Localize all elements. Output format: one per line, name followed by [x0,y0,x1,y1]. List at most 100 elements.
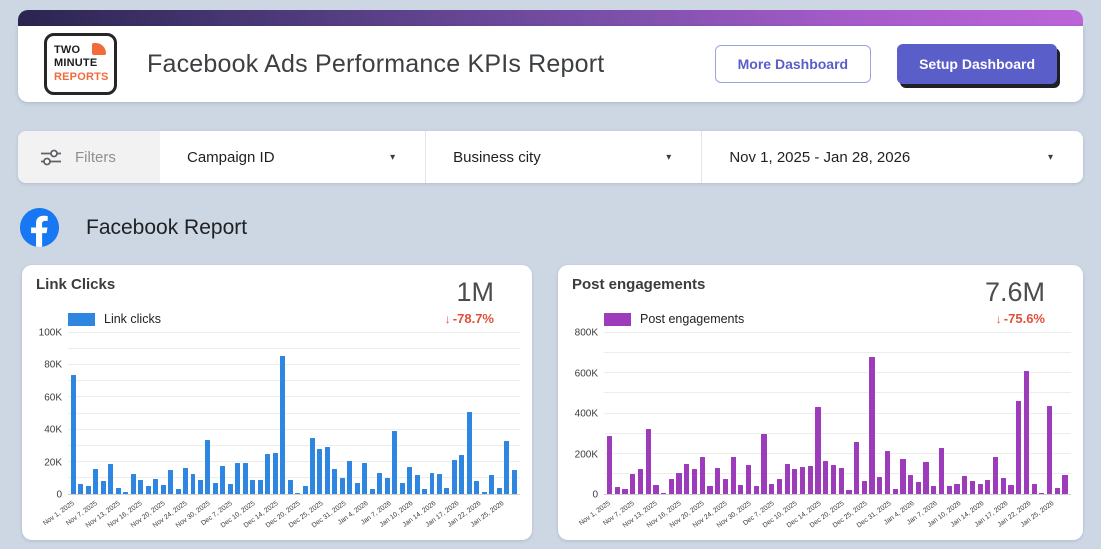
bar[interactable] [265,453,271,494]
bar[interactable] [227,483,233,494]
bar[interactable] [422,489,427,494]
bar[interactable] [496,487,502,494]
bar[interactable] [71,374,76,494]
bar[interactable] [444,487,450,494]
bar[interactable] [684,463,690,494]
bar[interactable] [474,481,480,494]
bar[interactable] [190,473,196,494]
bar[interactable] [489,474,495,494]
bar[interactable] [622,488,628,494]
bar[interactable] [414,474,420,494]
bar[interactable] [504,440,510,494]
bar[interactable] [969,480,975,494]
bar[interactable] [1023,371,1030,494]
bar[interactable] [481,491,487,494]
bar[interactable] [645,428,651,494]
bar[interactable] [1039,493,1045,494]
bar[interactable] [815,407,821,494]
bar[interactable] [123,492,129,494]
bar[interactable] [399,482,405,494]
bar[interactable] [923,461,929,494]
legend-item[interactable]: Post engagements [604,312,744,326]
bar[interactable] [1062,474,1068,494]
bar[interactable] [676,472,682,494]
bar[interactable] [205,440,211,494]
date-range-dropdown[interactable]: Nov 1, 2025 - Jan 28, 2026 ▾ [702,131,1083,183]
bar[interactable] [722,478,728,494]
bar[interactable] [1016,401,1022,494]
bar[interactable] [877,476,883,494]
bar[interactable] [429,473,435,494]
campaign-id-dropdown[interactable]: Campaign ID ▾ [160,131,425,183]
bar[interactable] [761,433,767,494]
bar[interactable] [407,466,413,494]
bar[interactable] [354,482,360,494]
bar[interactable] [869,357,875,494]
bar[interactable] [607,435,613,494]
bar[interactable] [153,478,159,494]
bar[interactable] [985,479,991,494]
bar[interactable] [668,478,674,494]
bar[interactable] [302,485,308,494]
bar[interactable] [436,473,442,494]
bar[interactable] [78,484,84,494]
bar[interactable] [138,479,144,494]
bar[interactable] [347,461,353,494]
more-dashboard-button[interactable]: More Dashboard [714,45,872,83]
bar[interactable] [884,450,891,494]
bar[interactable] [1031,483,1037,494]
bar[interactable] [168,469,174,494]
bar[interactable] [699,456,705,494]
bar[interactable] [838,467,844,494]
bar[interactable] [287,479,293,494]
bar[interactable] [324,447,330,494]
bar[interactable] [100,481,106,494]
bar[interactable] [362,462,368,494]
bar[interactable] [108,464,114,494]
bar[interactable] [846,489,852,494]
bar[interactable] [1054,487,1060,494]
bar[interactable] [145,485,151,494]
bar[interactable] [511,469,517,494]
bar[interactable] [745,464,752,494]
bar[interactable] [707,485,713,494]
bar[interactable] [938,447,945,494]
bar[interactable] [854,441,860,494]
bar[interactable] [466,411,472,494]
bar[interactable] [384,477,390,494]
bar[interactable] [235,462,241,494]
bar[interactable] [377,473,383,494]
bar[interactable] [175,489,181,494]
bar[interactable] [784,463,790,494]
bar[interactable] [459,454,465,494]
bar[interactable] [257,479,263,494]
bar[interactable] [85,485,91,494]
bar[interactable] [769,483,775,494]
bar[interactable] [992,457,999,494]
bar[interactable] [977,483,983,494]
bar[interactable] [614,486,620,494]
bar[interactable] [823,460,829,494]
bar[interactable] [830,464,837,494]
bar[interactable] [115,488,121,494]
bar[interactable] [160,485,166,494]
bar[interactable] [637,468,644,494]
bar[interactable] [392,431,398,494]
bar[interactable] [931,485,937,494]
business-city-dropdown[interactable]: Business city ▾ [426,131,701,183]
bar[interactable] [946,485,952,494]
bar[interactable] [954,483,960,494]
bar[interactable] [730,456,736,494]
bar[interactable] [1000,478,1006,494]
setup-dashboard-button[interactable]: Setup Dashboard [897,44,1057,84]
bar[interactable] [861,480,867,494]
bar[interactable] [1008,484,1014,494]
bar[interactable] [892,488,898,494]
bar[interactable] [130,473,136,494]
bar[interactable] [792,468,798,494]
bar[interactable] [197,480,203,494]
bar[interactable] [653,484,659,494]
bar[interactable] [272,452,278,494]
bar[interactable] [908,474,914,494]
bar[interactable] [332,469,338,494]
